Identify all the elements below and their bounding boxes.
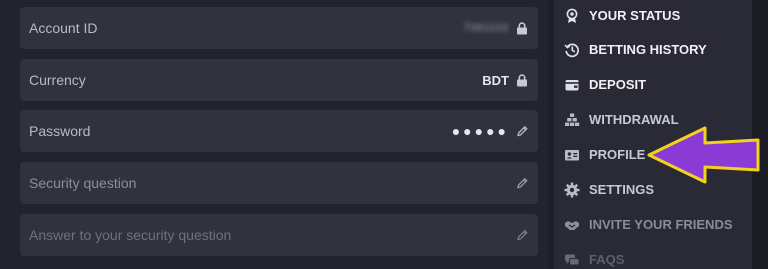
menu-item-your-status[interactable]: YOUR STATUS	[554, 0, 752, 33]
medal-icon	[566, 8, 578, 23]
field-label: Account ID	[29, 20, 98, 36]
field-label: Currency	[29, 72, 86, 88]
menu-item-label: PROFILE	[589, 147, 646, 162]
handshake-icon	[565, 220, 579, 230]
security-answer-field[interactable]: Answer to your security question	[20, 214, 538, 256]
menu-item-invite-friends[interactable]: INVITE YOUR FRIENDS	[554, 207, 752, 242]
currency-value: BDT	[482, 72, 509, 88]
menu-item-betting-history[interactable]: BETTING HISTORY	[554, 32, 752, 67]
history-icon	[564, 43, 579, 57]
pointer-arrow-icon	[647, 126, 760, 184]
coins-stack-icon	[565, 113, 580, 126]
lock-icon	[517, 73, 527, 86]
password-mask: ●●●●●	[451, 123, 509, 139]
currency-field: Currency BDT	[20, 59, 538, 101]
menu-item-faqs[interactable]: FAQS	[554, 242, 752, 269]
menu-item-label: DEPOSIT	[589, 77, 647, 92]
security-question-field[interactable]: Security question	[20, 162, 538, 204]
menu-item-label: BETTING HISTORY	[589, 42, 707, 57]
menu-item-label: YOUR STATUS	[589, 8, 681, 23]
account-id-field: Account ID 7061102	[20, 7, 538, 49]
pencil-icon[interactable]	[516, 177, 528, 190]
gear-icon	[564, 182, 580, 197]
id-card-icon	[565, 149, 579, 160]
lock-icon	[517, 21, 527, 34]
field-label: Password	[29, 123, 91, 139]
wallet-icon	[565, 79, 579, 90]
chat-icon	[565, 254, 580, 265]
menu-item-label: INVITE YOUR FRIENDS	[589, 217, 733, 232]
field-label: Security question	[29, 175, 137, 191]
profile-form: Account ID 7061102 Currency BDT Password…	[0, 0, 548, 269]
pencil-icon[interactable]	[516, 125, 528, 138]
pencil-icon[interactable]	[516, 229, 528, 242]
password-field[interactable]: Password ●●●●●	[20, 110, 538, 152]
account-id-value: 7061102	[463, 22, 509, 34]
field-label: Answer to your security question	[29, 227, 232, 243]
menu-item-label: FAQS	[589, 252, 625, 267]
menu-item-deposit[interactable]: DEPOSIT	[554, 67, 752, 102]
